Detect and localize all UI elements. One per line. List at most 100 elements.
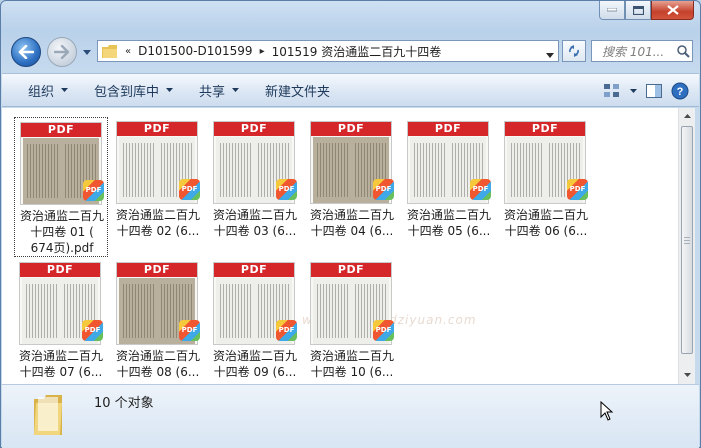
scroll-down-button[interactable] <box>679 367 695 383</box>
maximize-icon <box>632 5 644 15</box>
breadcrumb-overflow[interactable]: « <box>125 46 131 57</box>
mouse-cursor-icon <box>600 400 614 424</box>
item-count: 10 个对象 <box>94 396 154 411</box>
folder-icon <box>102 44 118 58</box>
file-name-line: 十四卷 04 (6... <box>310 224 394 238</box>
file-item[interactable]: PDF PDF 资治通监二百九 十四卷 03 (6... <box>208 117 302 257</box>
arrow-left-icon <box>18 45 34 59</box>
file-name: 资治通监二百九 十四卷 07 (6... <box>14 348 108 380</box>
text-column <box>220 284 252 338</box>
file-name-line: 十四卷 09 (6... <box>213 365 297 379</box>
file-name: 资治通监二百九 十四卷 02 (6... <box>111 207 205 239</box>
explorer-window: « D101500-D101599 ▸ 101519 资治通监二百九十四卷 搜索… <box>0 0 701 448</box>
text-column <box>123 143 155 197</box>
include-in-library-label: 包含到库中 <box>94 84 160 100</box>
chevron-up-icon <box>683 114 691 118</box>
chevron-down-icon <box>629 89 637 93</box>
preview-pane-icon <box>646 84 662 98</box>
new-folder-button[interactable]: 新建文件夹 <box>252 74 343 106</box>
file-name: 资治通监二百九 十四卷 09 (6... <box>208 348 302 380</box>
breadcrumb-item-parent[interactable]: D101500-D101599 <box>138 44 252 58</box>
command-bar: 组织 包含到库中 共享 新建文件夹 ? <box>2 73 699 107</box>
pdf-band: PDF <box>117 263 197 277</box>
file-name-line: 资治通监二百九 <box>115 208 200 222</box>
scroll-up-button[interactable] <box>679 108 695 124</box>
text-column <box>26 284 58 338</box>
pdf-band: PDF <box>505 122 585 136</box>
recent-pages-dropdown[interactable] <box>81 47 93 57</box>
file-name-line: 资治通监二百九 <box>212 349 297 363</box>
share-menu[interactable]: 共享 <box>186 74 252 106</box>
file-name-line: 资治通监二百九 <box>212 208 297 222</box>
pdf-app-icon: PDF <box>179 320 200 341</box>
minimize-button[interactable] <box>599 1 625 20</box>
file-item[interactable]: PDF PDF 资治通监二百九 十四卷 01 (674页).pdf <box>14 117 108 257</box>
pdf-app-icon: PDF <box>276 179 297 200</box>
text-column <box>220 143 252 197</box>
file-item[interactable]: PDF PDF 资治通监二百九 十四卷 05 (6... <box>402 117 496 257</box>
view-options-dropdown[interactable] <box>627 80 639 102</box>
folder-icon <box>32 391 64 437</box>
file-name-line: 资治通监二百九 <box>19 209 104 223</box>
search-icon[interactable] <box>674 44 692 58</box>
refresh-button[interactable] <box>562 40 586 62</box>
new-folder-label: 新建文件夹 <box>265 84 331 100</box>
pdf-app-icon: PDF <box>567 179 588 200</box>
breadcrumb-item-current[interactable]: 101519 资治通监二百九十四卷 <box>272 43 442 60</box>
pdf-band: PDF <box>311 122 391 136</box>
address-bar[interactable]: « D101500-D101599 ▸ 101519 资治通监二百九十四卷 <box>97 40 559 62</box>
file-name: 资治通监二百九 十四卷 10 (6... <box>305 348 399 380</box>
file-name: 资治通监二百九 十四卷 01 (674页).pdf <box>15 208 109 256</box>
chevron-down-icon <box>61 88 69 92</box>
search-input[interactable]: 搜索 101... <box>591 40 693 62</box>
pdf-app-icon: PDF <box>83 180 104 201</box>
file-item[interactable]: PDF PDF 资治通监二百九 十四卷 08 (6... <box>111 258 205 384</box>
text-column <box>27 144 59 198</box>
file-name: 资治通监二百九 十四卷 06 (6... <box>499 207 593 239</box>
file-item[interactable]: PDF PDF 资治通监二百九 十四卷 02 (6... <box>111 117 205 257</box>
help-button[interactable]: ? <box>669 80 691 102</box>
breadcrumb-separator-icon[interactable]: ▸ <box>260 46 265 57</box>
svg-text:?: ? <box>677 86 684 98</box>
file-item[interactable]: PDF PDF 资治通监二百九 十四卷 09 (6... <box>208 258 302 384</box>
address-dropdown[interactable] <box>546 47 554 61</box>
pdf-band: PDF <box>408 122 488 136</box>
chevron-down-icon <box>83 49 91 55</box>
text-column <box>317 284 349 338</box>
text-column <box>414 143 446 197</box>
file-item[interactable]: PDF PDF 资治通监二百九 十四卷 07 (6... <box>14 258 108 384</box>
file-item[interactable]: PDF PDF 资治通监二百九 十四卷 10 (6... <box>305 258 399 384</box>
file-name-line: 十四卷 08 (6... <box>116 365 200 379</box>
file-name: 资治通监二百九 十四卷 08 (6... <box>111 348 205 380</box>
organize-menu[interactable]: 组织 <box>2 74 81 106</box>
view-grid-icon <box>604 84 619 97</box>
text-column <box>317 143 349 197</box>
back-button[interactable] <box>11 37 41 67</box>
chevron-down-icon <box>166 88 174 92</box>
text-column <box>511 143 543 197</box>
chevron-down-icon <box>546 53 554 58</box>
file-list[interactable]: www.guoxuedziyuan.com PDFPDF资治通监二百九十四卷 0… <box>2 108 678 384</box>
include-in-library-menu[interactable]: 包含到库中 <box>81 74 186 106</box>
details-pane: 10 个对象 <box>2 384 699 448</box>
file-name-line: 资治通监二百九 <box>503 208 588 222</box>
view-controls: ? <box>601 80 691 102</box>
file-name-line: 资治通监二百九 <box>18 349 103 363</box>
text-column <box>123 284 155 338</box>
file-name-line: 十四卷 10 (6... <box>310 365 394 379</box>
pdf-band: PDF <box>117 122 197 136</box>
pdf-app-icon: PDF <box>373 320 394 341</box>
change-view-button[interactable] <box>601 80 623 102</box>
file-item[interactable]: PDF PDF 资治通监二百九 十四卷 04 (6... <box>305 117 399 257</box>
vertical-scrollbar[interactable] <box>678 108 695 384</box>
pdf-band: PDF <box>21 123 101 137</box>
preview-pane-button[interactable] <box>643 80 665 102</box>
scrollbar-thumb[interactable] <box>681 126 693 354</box>
close-button[interactable] <box>651 1 694 20</box>
maximize-button[interactable] <box>625 1 651 20</box>
forward-button[interactable] <box>47 37 77 67</box>
file-item[interactable]: PDF PDF 资治通监二百九 十四卷 06 (6... <box>499 117 593 257</box>
refresh-icon <box>569 45 579 57</box>
help-icon: ? <box>671 82 689 100</box>
file-name-line: 十四卷 07 (6... <box>19 365 103 379</box>
